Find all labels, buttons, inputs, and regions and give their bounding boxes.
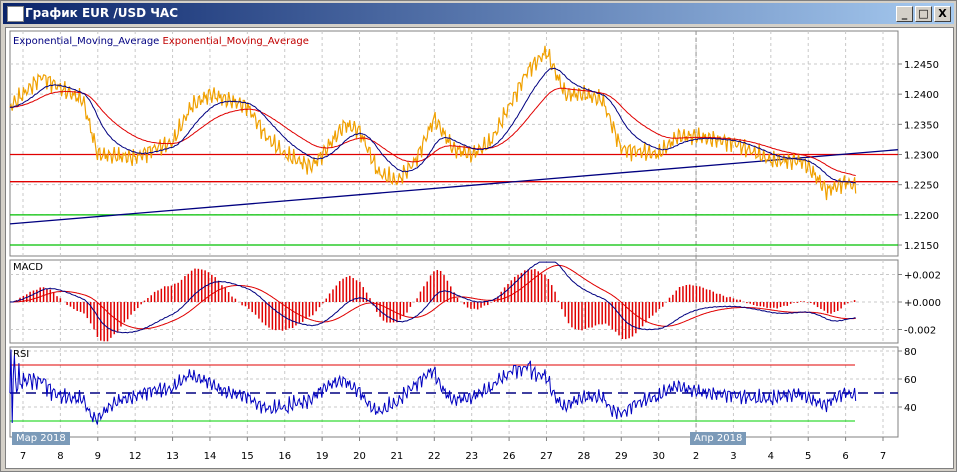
x-label-18: 2 [693, 451, 699, 462]
x-label-1: 8 [57, 451, 63, 462]
x-label-23: 7 [880, 451, 886, 462]
x-label-14: 27 [540, 451, 553, 462]
month-tag-march: Мар 2018 [12, 432, 70, 445]
price-label-6: 1.2150 [904, 241, 939, 252]
macd-label-2: -0.002 [904, 326, 936, 337]
x-label-16: 29 [615, 451, 628, 462]
x-label-2: 9 [95, 451, 101, 462]
legend-ema-slow: Exponential_Moving_Average [162, 36, 309, 47]
x-label-0: 7 [20, 451, 26, 462]
x-label-12: 23 [465, 451, 478, 462]
x-label-19: 3 [730, 451, 736, 462]
rsi-label-1: 60 [904, 375, 917, 386]
x-label-20: 4 [768, 451, 774, 462]
macd-label-0: +0.002 [904, 271, 941, 282]
x-label-11: 22 [428, 451, 441, 462]
x-label-22: 6 [842, 451, 848, 462]
rsi-label-0: 80 [904, 347, 917, 358]
rsi-title: RSI [13, 349, 29, 360]
legend-ema-fast: Exponential_Moving_Average [13, 36, 160, 47]
price-label-4: 1.2250 [904, 181, 939, 192]
macd-label-1: +0.000 [904, 298, 941, 309]
x-label-3: 12 [129, 451, 142, 462]
chart-canvas[interactable]: 7 8 9 12 13 14 15 16 19 20 21 22 23 26 27 28 29 30 2 3 4 5 6 71… [0, 0, 957, 472]
price-label-2: 1.2350 [904, 120, 939, 131]
x-label-9: 20 [353, 451, 366, 462]
price-label-0: 1.2450 [904, 60, 939, 71]
price-label-5: 1.2200 [904, 211, 939, 222]
x-label-7: 16 [278, 451, 291, 462]
month-tag-april: Апр 2018 [690, 432, 747, 445]
x-label-5: 14 [204, 451, 217, 462]
x-label-4: 13 [166, 451, 179, 462]
x-label-10: 21 [391, 451, 404, 462]
macd-title: MACD [13, 262, 43, 273]
x-label-15: 28 [578, 451, 591, 462]
x-label-13: 26 [503, 451, 516, 462]
price-label-1: 1.2400 [904, 90, 939, 101]
x-label-8: 19 [316, 451, 329, 462]
x-label-21: 5 [805, 451, 811, 462]
x-label-17: 30 [652, 451, 665, 462]
price-label-3: 1.2300 [904, 151, 939, 162]
legend: Exponential_Moving_Average Exponential_M… [13, 36, 309, 47]
rsi-label-2: 40 [904, 403, 917, 414]
x-label-6: 15 [241, 451, 254, 462]
